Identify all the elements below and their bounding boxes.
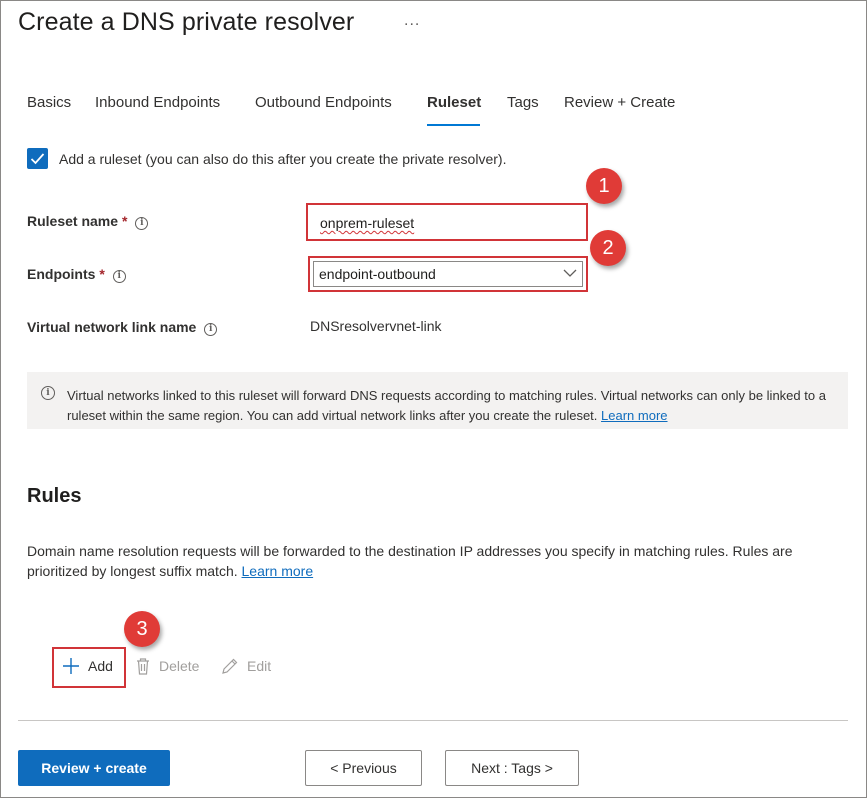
footer-divider [18, 720, 848, 721]
add-ruleset-label: Add a ruleset (you can also do this afte… [59, 151, 507, 167]
info-icon[interactable]: i [112, 270, 126, 283]
step-badge-3: 3 [124, 611, 160, 647]
trash-icon [137, 658, 149, 675]
tab-ruleset[interactable]: Ruleset [427, 94, 481, 111]
rules-heading: Rules [27, 485, 82, 507]
add-rule-button[interactable]: Add [62, 657, 113, 675]
tab-inbound-endpoints[interactable]: Inbound Endpoints [95, 94, 220, 111]
pencil-icon [222, 658, 238, 674]
vnet-link-value: DNSresolvervnet-link [310, 318, 442, 334]
ruleset-name-label: Ruleset name * i [27, 213, 149, 230]
edit-rule-button[interactable]: Edit [221, 657, 271, 675]
endpoints-selected-value: endpoint-outbound [319, 266, 436, 282]
tab-review-create[interactable]: Review + Create [564, 94, 675, 111]
checkmark-icon [30, 153, 45, 165]
previous-button[interactable]: < Previous [305, 750, 422, 786]
add-label: Add [88, 658, 113, 674]
plus-icon [63, 658, 79, 674]
endpoints-dropdown[interactable]: endpoint-outbound [308, 256, 588, 292]
rules-description: Domain name resolution requests will be … [27, 541, 837, 581]
review-create-button[interactable]: Review + create [18, 750, 170, 786]
ruleset-name-input[interactable]: onprem-ruleset [306, 203, 588, 241]
tab-tags[interactable]: Tags [507, 94, 539, 111]
page-title: Create a DNS private resolver [18, 8, 355, 36]
required-mark: * [99, 266, 105, 282]
active-tab-indicator [427, 124, 480, 126]
vnet-link-label: Virtual network link name i [27, 319, 218, 336]
ruleset-name-label-text: Ruleset name [27, 213, 119, 229]
info-banner-message: Virtual networks linked to this ruleset … [67, 388, 826, 423]
info-banner-text: Virtual networks linked to this ruleset … [67, 386, 837, 426]
vnet-link-label-text: Virtual network link name [27, 319, 197, 335]
learn-more-link[interactable]: Learn more [242, 563, 314, 579]
tab-outbound-endpoints[interactable]: Outbound Endpoints [255, 94, 392, 111]
delete-rule-button[interactable]: Delete [135, 657, 199, 675]
rules-description-text: Domain name resolution requests will be … [27, 543, 793, 579]
step-badge-1: 1 [586, 168, 622, 204]
add-ruleset-checkbox[interactable] [27, 148, 48, 169]
ellipsis-icon[interactable]: ... [404, 12, 420, 30]
info-icon[interactable]: i [204, 323, 218, 336]
required-mark: * [121, 213, 128, 229]
delete-label: Delete [159, 658, 200, 674]
endpoints-label-text: Endpoints [27, 266, 96, 282]
ruleset-name-value: onprem-ruleset [320, 215, 415, 231]
next-tags-button[interactable]: Next : Tags > [445, 750, 579, 786]
tab-basics[interactable]: Basics [27, 94, 71, 111]
learn-more-link[interactable]: Learn more [601, 408, 667, 423]
endpoints-label: Endpoints * i [27, 266, 126, 283]
chevron-down-icon [563, 269, 577, 277]
step-badge-2: 2 [590, 230, 626, 266]
edit-label: Edit [247, 658, 272, 674]
info-banner: i Virtual networks linked to this rulese… [27, 372, 848, 429]
info-icon: i [41, 386, 55, 400]
info-icon[interactable]: i [135, 217, 149, 230]
